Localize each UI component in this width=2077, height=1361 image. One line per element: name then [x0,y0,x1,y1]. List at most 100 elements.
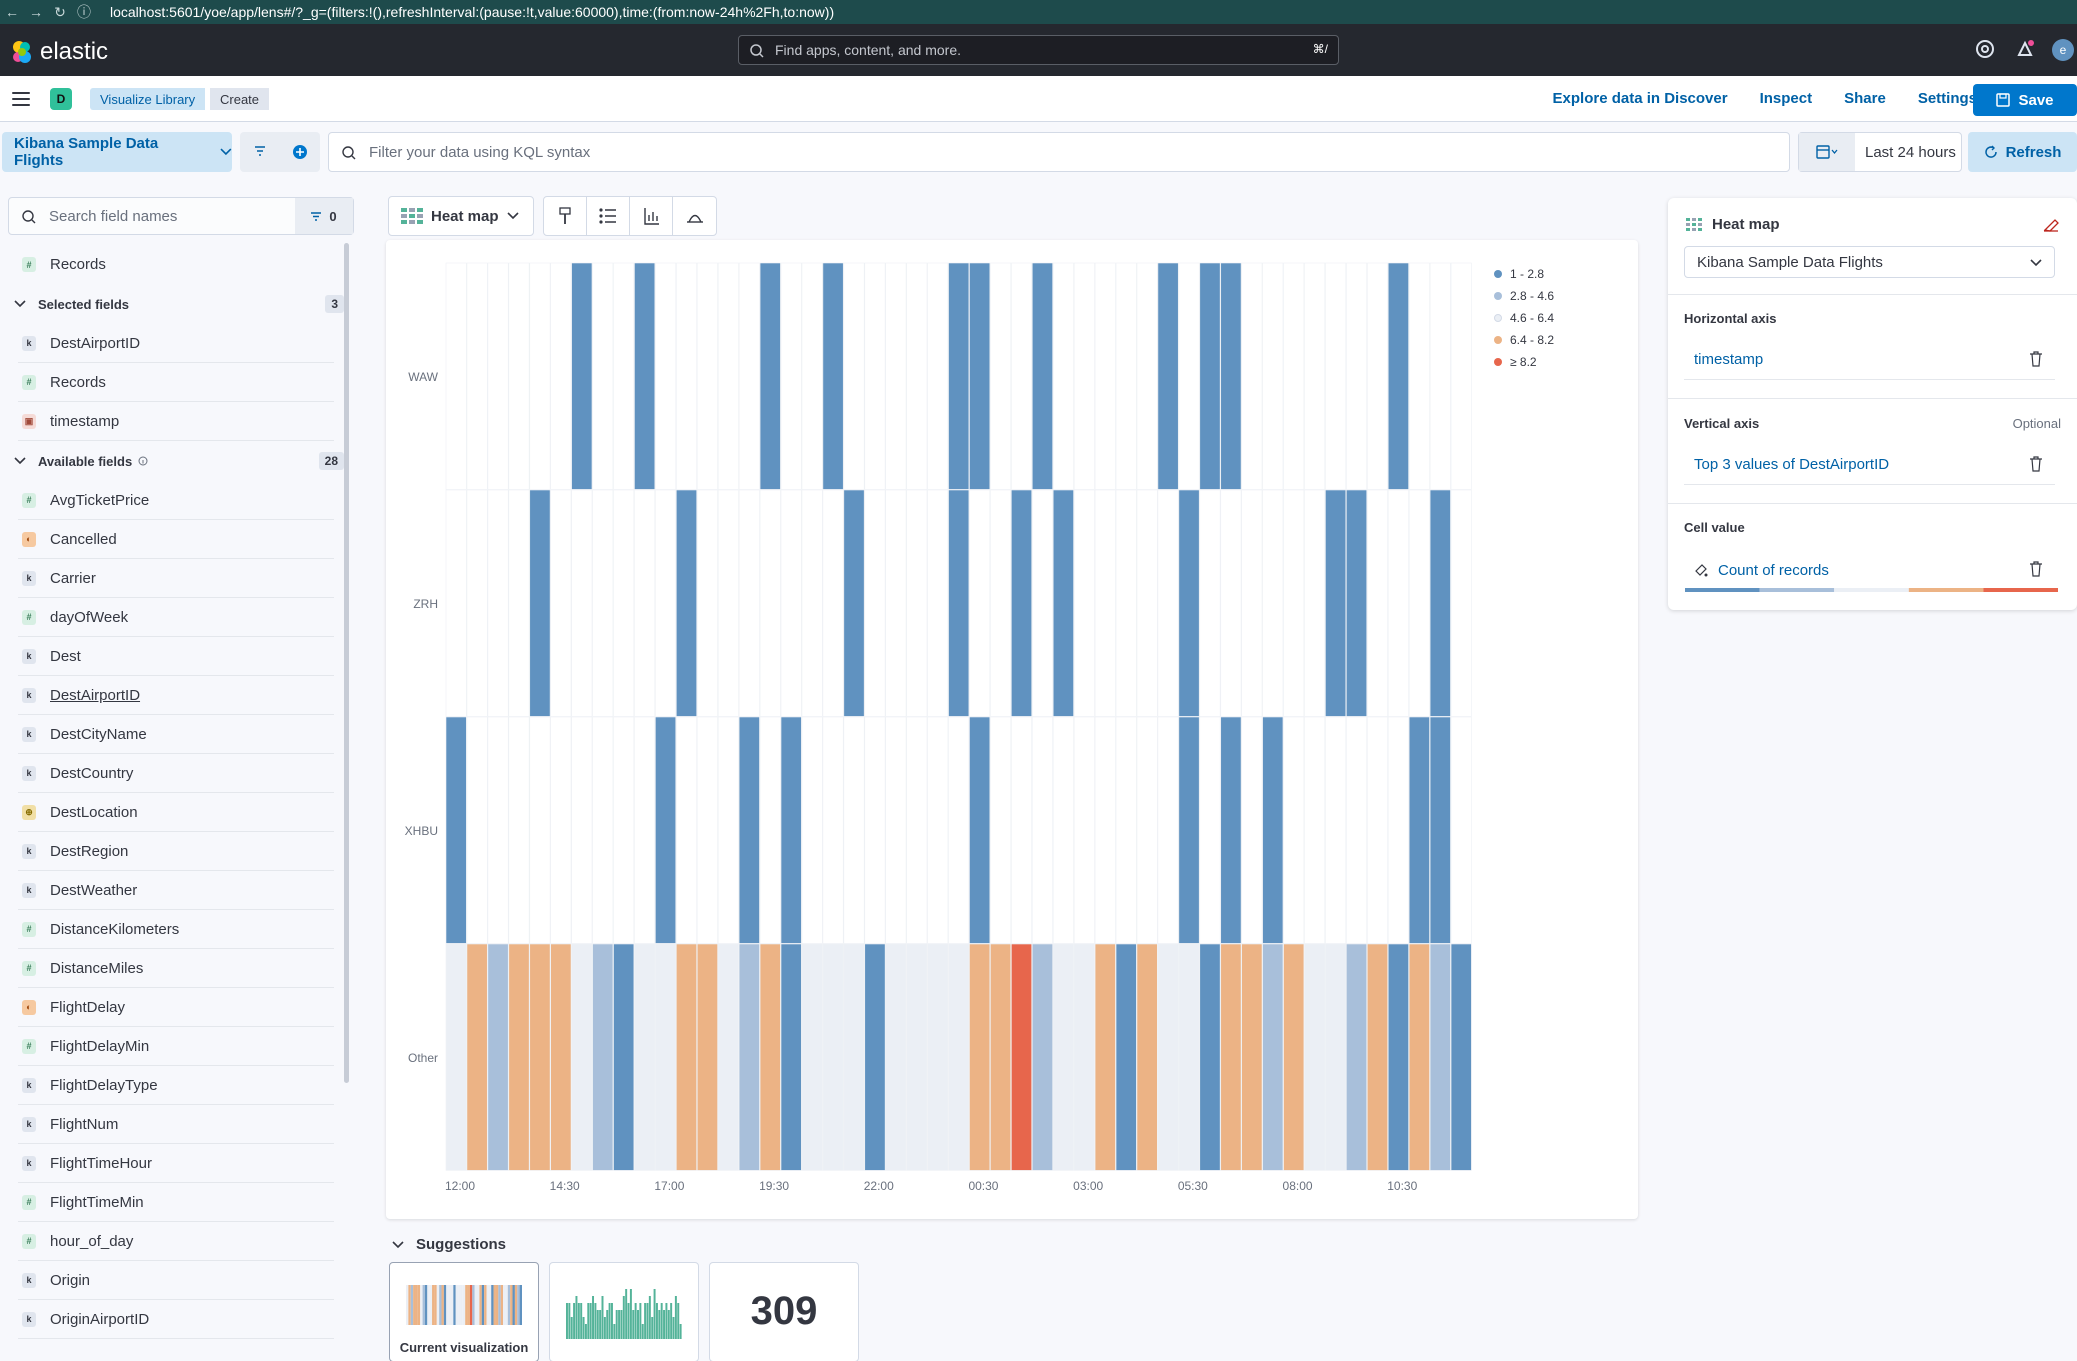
field-item[interactable]: # DistanceMiles [18,949,334,988]
heatmap-cell[interactable] [529,489,551,717]
calendar-icon[interactable] [1799,133,1855,171]
legend-item[interactable]: 2.8 - 4.6 [1494,285,1554,307]
heatmap-cell[interactable] [1199,262,1221,490]
heatmap-cell[interactable] [592,943,614,1171]
field-item[interactable]: k FlightNum [18,1105,334,1144]
heatmap-cell[interactable] [843,716,865,944]
heatmap-cell[interactable] [801,489,823,717]
heatmap-cell[interactable] [948,489,970,717]
heatmap-cell[interactable] [1262,489,1284,717]
heatmap-cell[interactable] [1262,943,1284,1171]
heatmap-cell[interactable] [1073,943,1095,1171]
heatmap-cell[interactable] [1283,489,1305,717]
heatmap-cell[interactable] [1346,716,1368,944]
heatmap-cell[interactable] [571,489,593,717]
heatmap-cell[interactable] [1325,489,1347,717]
legend-item[interactable]: ≥ 8.2 [1494,351,1554,373]
heatmap-cell[interactable] [466,262,488,490]
refresh-button[interactable]: Refresh [1968,132,2077,172]
help-icon[interactable] [1974,38,1996,60]
heatmap-cell[interactable] [801,943,823,1171]
global-search-input[interactable]: Find apps, content, and more. ⌘/ [738,35,1339,65]
heatmap-cell[interactable] [1367,716,1388,944]
heatmap-cell[interactable] [801,716,823,944]
heatmap-cell[interactable] [508,716,530,944]
records-field[interactable]: # Records [18,245,348,284]
field-filter-button[interactable]: 0 [295,198,353,234]
heatmap-cell[interactable] [1283,262,1305,490]
heatmap-cell[interactable] [466,943,488,1171]
heatmap-cell[interactable] [529,262,551,490]
field-item[interactable]: k DestAirportID [18,324,334,363]
heatmap-cell[interactable] [634,262,656,490]
heatmap-cell[interactable] [1241,489,1263,717]
field-item[interactable]: # hour_of_day [18,1222,334,1261]
heatmap-cell[interactable] [1283,943,1305,1171]
heatmap-cell[interactable] [780,262,802,490]
heatmap-cell[interactable] [822,489,844,717]
heatmap-cell[interactable] [1136,943,1158,1171]
heatmap-cell[interactable] [1304,943,1326,1171]
legend-item[interactable]: 6.4 - 8.2 [1494,329,1554,351]
horizontal-axis-dimension[interactable]: timestamp [1684,340,2055,380]
heatmap-cell[interactable] [843,489,865,717]
heatmap-cell[interactable] [1073,489,1095,717]
heatmap-cell[interactable] [1115,262,1137,490]
field-item[interactable]: ◐ FlightDelay [18,988,334,1027]
heatmap-cell[interactable] [1073,262,1095,490]
heatmap-cell[interactable] [990,489,1012,717]
heatmap-cell[interactable] [1031,943,1053,1171]
heatmap-cell[interactable] [759,943,781,1171]
heatmap-cell[interactable] [780,943,802,1171]
heatmap-cell[interactable] [655,716,677,944]
field-search-input[interactable]: Search field names 0 [8,197,354,235]
heatmap-cell[interactable] [1408,943,1430,1171]
heatmap-cell[interactable] [571,262,593,490]
field-item[interactable]: k DestCityName [18,715,334,754]
forward-icon[interactable]: → [24,4,48,20]
field-item[interactable]: k OriginAirportID [18,1300,334,1339]
heatmap-cell[interactable] [592,716,614,944]
legend-item[interactable]: 4.6 - 6.4 [1494,307,1554,329]
heatmap-cell[interactable] [1387,489,1409,717]
heatmap-cell[interactable] [655,489,677,717]
settings-link[interactable]: Settings [1918,90,1977,107]
news-feed-icon[interactable] [2014,38,2036,60]
heatmap-cell[interactable] [1011,262,1032,490]
heatmap-cell[interactable] [696,943,718,1171]
selected-fields-header[interactable]: Selected fields 3 [8,284,348,324]
heatmap-cell[interactable] [1178,716,1200,944]
menu-icon[interactable] [12,92,30,106]
heatmap-cell[interactable] [1408,716,1430,944]
field-item[interactable]: k FlightTimeHour [18,1144,334,1183]
heatmap-cell[interactable] [676,489,697,717]
heatmap-cell[interactable] [1450,262,1472,490]
heatmap-cell[interactable] [1429,489,1451,717]
heatmap-cell[interactable] [508,489,530,717]
heatmap-cell[interactable] [613,262,635,490]
heatmap-cell[interactable] [1157,943,1179,1171]
field-item[interactable]: # AvgTicketPrice [18,481,334,520]
suggestion-current-visualization[interactable]: Current visualization [389,1262,539,1361]
heatmap-cell[interactable] [1052,943,1074,1171]
heatmap-cell[interactable] [634,489,656,717]
heatmap-cell[interactable] [1031,489,1053,717]
heatmap-cell[interactable] [1241,262,1263,490]
heatmap-cell[interactable] [1325,262,1347,490]
heatmap-cell[interactable] [1157,489,1179,717]
heatmap-cell[interactable] [1387,262,1409,490]
heatmap-cell[interactable] [864,943,886,1171]
heatmap-cell[interactable] [1429,262,1451,490]
heatmap-cell[interactable] [948,943,970,1171]
heatmap-cell[interactable] [1429,716,1451,944]
field-item[interactable]: k Dest [18,637,334,676]
field-item[interactable]: k DestRegion [18,832,334,871]
field-item[interactable]: # dayOfWeek [18,598,334,637]
heatmap-cell[interactable] [1408,262,1430,490]
heatmap-cell[interactable] [508,943,530,1171]
field-item[interactable]: ⊕ DestLocation [18,793,334,832]
heatmap-cell[interactable] [466,716,488,944]
heatmap-cell[interactable] [1367,489,1388,717]
heatmap-cell[interactable] [592,489,614,717]
heatmap-cell[interactable] [822,262,844,490]
